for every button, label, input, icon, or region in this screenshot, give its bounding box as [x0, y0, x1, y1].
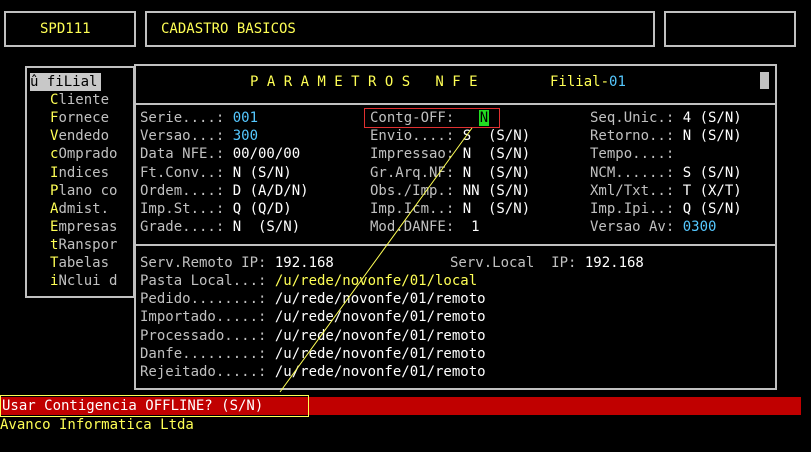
menu-item-empresas[interactable]: Empresas: [50, 218, 117, 236]
menu-item-vendedo[interactable]: Vendedo: [50, 127, 109, 145]
menu-item-planoco[interactable]: Plano co: [50, 182, 117, 200]
menu-item-indices[interactable]: Indices: [50, 164, 109, 182]
menu-item-cliente[interactable]: Cliente: [50, 91, 109, 109]
annotation-arrow: [279, 127, 473, 393]
offline-contingency-prompt: Usar Contigencia OFFLINE? (S/N): [2, 398, 264, 414]
menu-item-fornece[interactable]: Fornece: [50, 109, 109, 127]
menu-item-tabelas[interactable]: Tabelas: [50, 254, 109, 272]
menu-item-incluid[interactable]: iNclui d: [50, 272, 117, 290]
menu-item-admist[interactable]: Admist.: [50, 200, 109, 218]
menu-item-filial[interactable]: û fiLial: [30, 73, 102, 91]
company-name: Avanco Informatica Ltda: [0, 417, 194, 433]
menu-item-transpor[interactable]: tRanspor: [50, 236, 117, 254]
menu-item-comprado[interactable]: cOmprado: [50, 145, 117, 163]
